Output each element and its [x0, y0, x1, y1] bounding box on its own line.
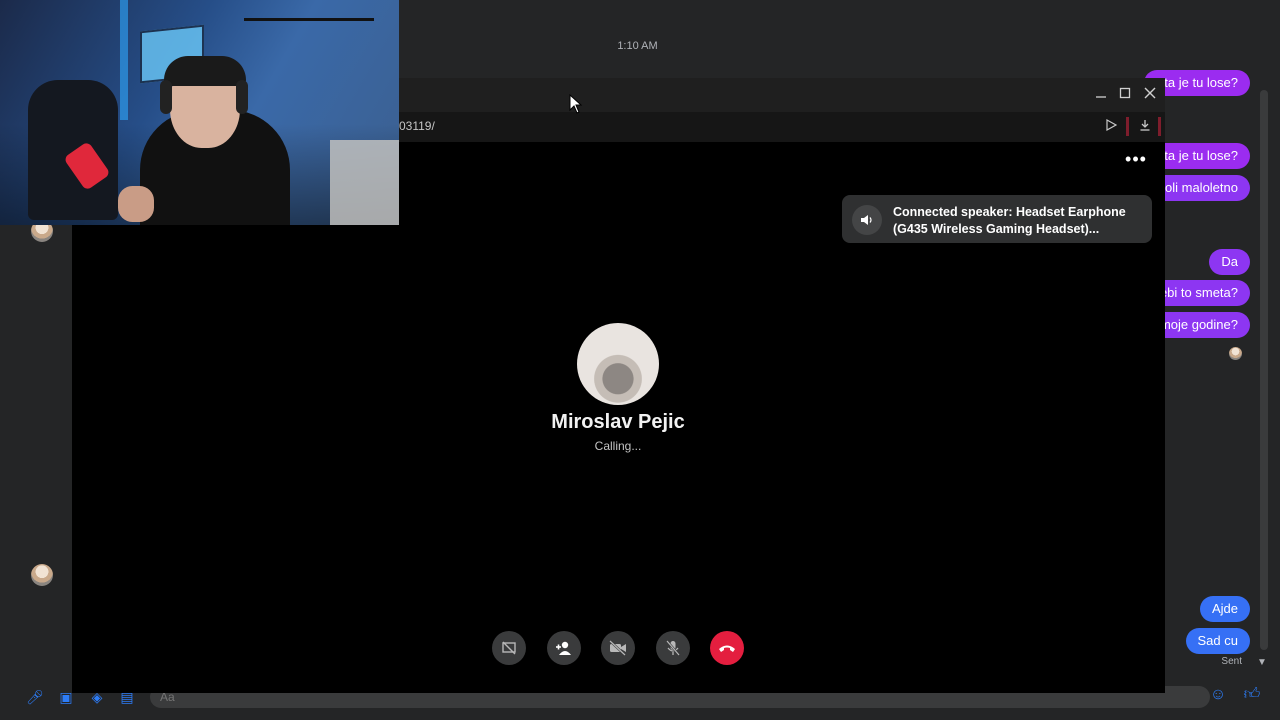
seen-avatar [1229, 347, 1242, 360]
message-bubble[interactable]: Ajde [1199, 596, 1250, 622]
call-status: Calling... [594, 439, 642, 453]
chat-scrollbar[interactable] [1260, 90, 1268, 650]
video-toggle-button[interactable] [601, 631, 635, 665]
callee-name: Miroslav Pejic [551, 411, 685, 433]
more-options-icon[interactable]: ••• [1124, 150, 1148, 172]
add-person-button[interactable] [547, 631, 581, 665]
maximize-icon[interactable] [1114, 84, 1136, 104]
emoji-icon[interactable]: ☺ [1209, 686, 1227, 704]
message-bubble[interactable]: oli maloletno [1153, 175, 1250, 201]
speaker-icon [852, 205, 882, 235]
end-call-button[interactable] [710, 631, 744, 665]
toast-message: Connected speaker: Headset Earphone (G43… [893, 205, 1126, 236]
microphone-icon[interactable]: 🎤︎ [26, 688, 44, 706]
url-fragment: 03119/ [399, 119, 435, 133]
mute-button[interactable] [656, 631, 690, 665]
play-icon[interactable] [1102, 118, 1120, 136]
download-icon[interactable] [1136, 118, 1154, 136]
close-icon[interactable] [1139, 84, 1161, 104]
minimize-icon[interactable] [1090, 84, 1112, 104]
streamer-webcam-overlay [0, 0, 399, 225]
callee-avatar [577, 323, 659, 405]
video-off-icon [609, 640, 627, 660]
toolbar-divider [1126, 117, 1129, 136]
message-bubble[interactable]: Sad cu [1185, 628, 1250, 654]
message-bubble[interactable]: Da [1209, 249, 1250, 275]
mic-off-icon [665, 640, 681, 660]
contact-avatar [31, 564, 53, 586]
scroll-down-icon[interactable]: ▼ [1257, 657, 1267, 668]
add-person-icon [555, 641, 573, 660]
mouse-cursor-icon [569, 94, 583, 114]
screen-share-off-icon [501, 641, 517, 660]
toolbar-divider [1158, 117, 1161, 136]
share-screen-button[interactable] [492, 631, 526, 665]
like-icon[interactable]: 👍︎ [1243, 686, 1261, 704]
message-timestamp: 1:10 AM [617, 40, 658, 52]
sent-status: Sent [1221, 656, 1242, 667]
end-call-icon [718, 642, 736, 659]
